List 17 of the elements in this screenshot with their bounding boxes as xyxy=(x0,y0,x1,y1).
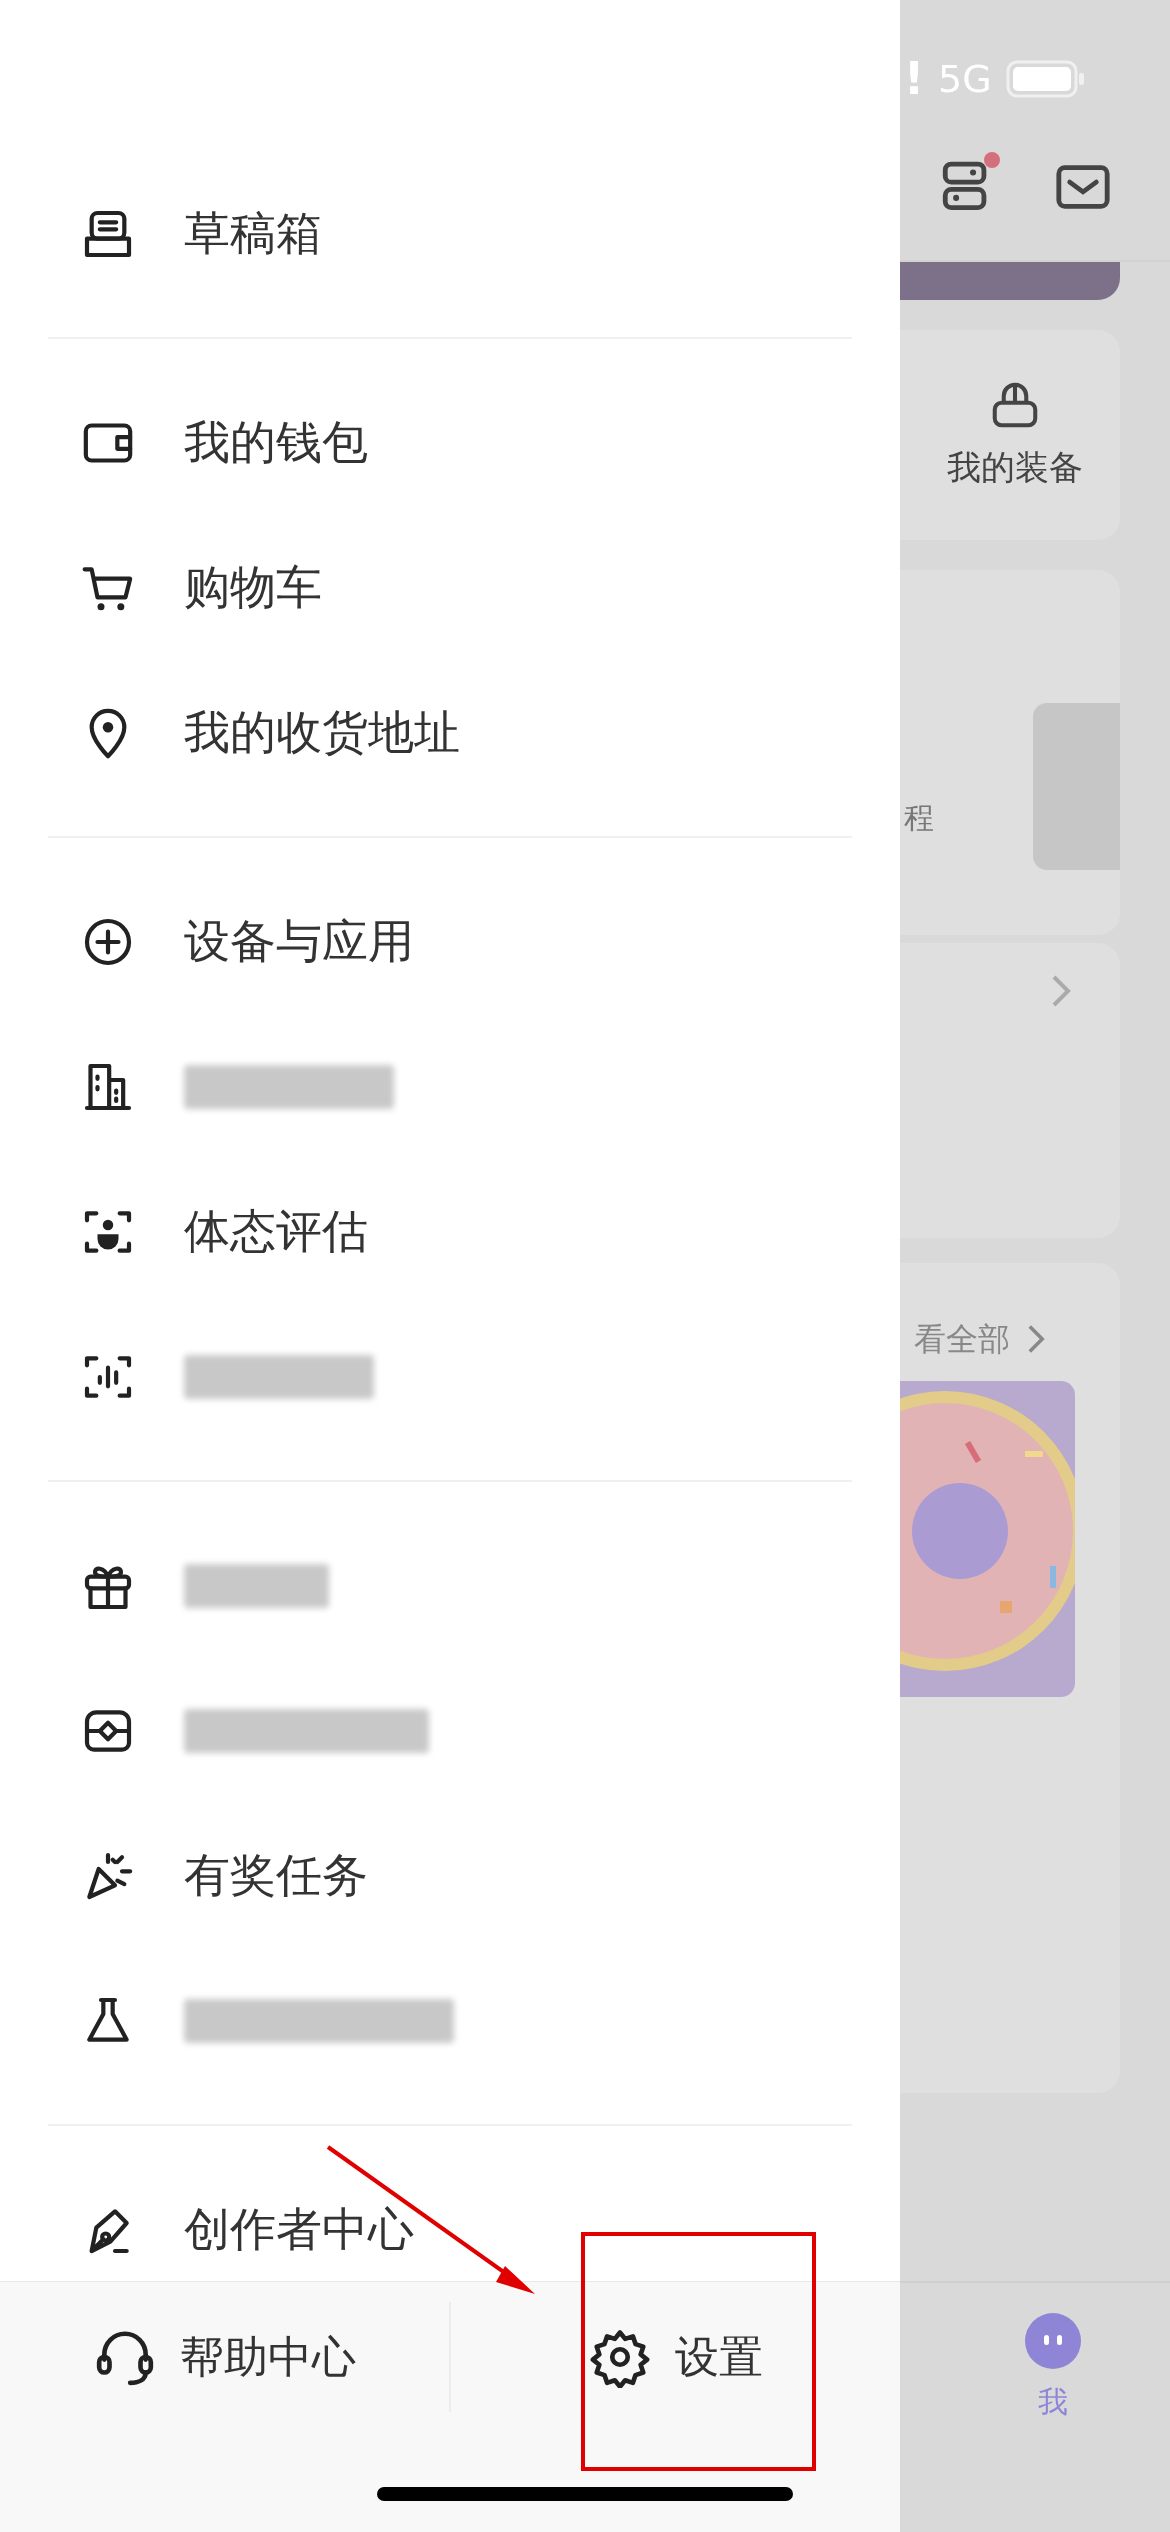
footer-button[interactable]: 设置 xyxy=(588,2302,763,2412)
chevron-right-icon xyxy=(1026,1323,1046,1355)
menu-item[interactable]: 创作者中心 xyxy=(184,2195,414,2264)
alert-indicator: ! xyxy=(904,52,925,106)
menu-item[interactable]: 草稿箱 xyxy=(184,199,322,268)
menu-item[interactable]: 有奖任务 xyxy=(184,1841,368,1910)
menu-item[interactable]: 体态评估 xyxy=(184,1197,368,1266)
menu-item[interactable]: 设备与应用 xyxy=(184,907,414,976)
equipment-label: 我的装备 xyxy=(947,445,1083,489)
avatar-icon xyxy=(1025,2313,1081,2369)
menu-item[interactable]: 我的收货地址 xyxy=(184,698,460,767)
course-text: 程 xyxy=(903,799,934,837)
menu-item[interactable]: 购物车 xyxy=(184,553,322,622)
footer-button[interactable]: 帮助中心 xyxy=(93,2302,356,2412)
chevron-right-icon xyxy=(1050,973,1072,1009)
menu-item[interactable]: 我的钱包 xyxy=(184,408,368,477)
battery-icon xyxy=(1005,59,1086,99)
